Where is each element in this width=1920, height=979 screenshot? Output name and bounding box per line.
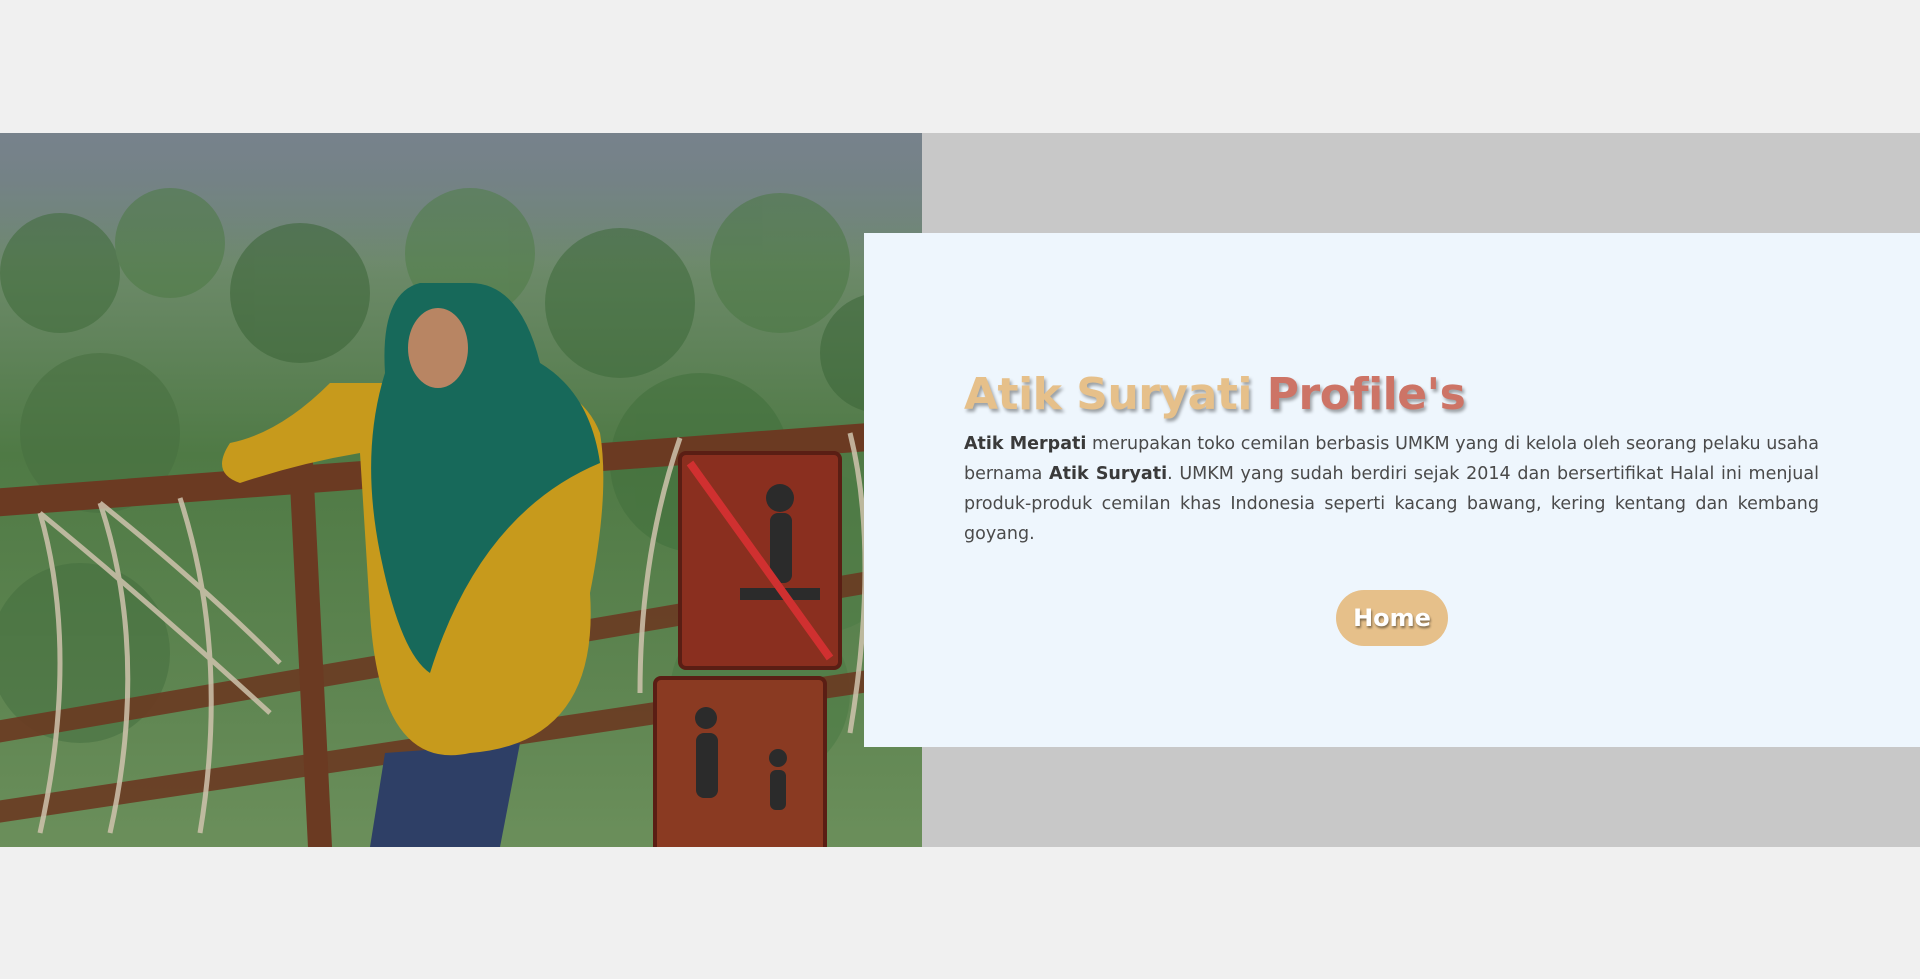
profile-photo bbox=[0, 133, 922, 847]
page-title: Atik Suryati Profile's bbox=[964, 369, 1466, 420]
profile-card: Atik Suryati Profile's Atik Merpati meru… bbox=[864, 233, 1920, 747]
home-button[interactable]: Home bbox=[1336, 590, 1448, 646]
shop-name: Atik Merpati bbox=[964, 434, 1087, 454]
no-sitting-sign-icon bbox=[678, 451, 842, 670]
parent-child-sign-icon bbox=[653, 676, 827, 847]
title-name: Atik Suryati bbox=[964, 369, 1252, 420]
title-suffix: Profile's bbox=[1266, 369, 1466, 420]
owner-name: Atik Suryati bbox=[1049, 464, 1168, 484]
photo-illustration bbox=[0, 188, 922, 847]
profile-description: Atik Merpati merupakan toko cemilan berb… bbox=[964, 429, 1819, 549]
